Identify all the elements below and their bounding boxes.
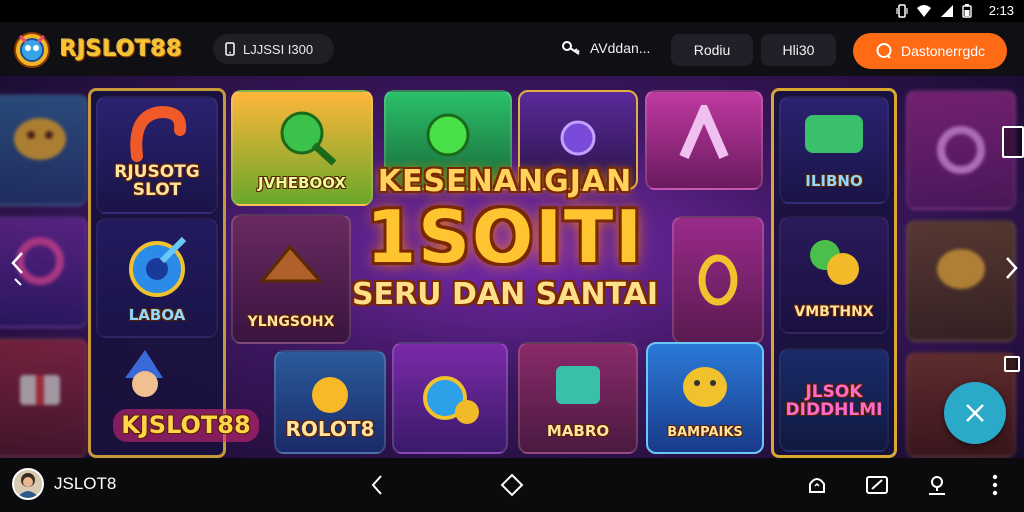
edit-picture-icon: [866, 476, 888, 494]
location-pin-icon: [929, 476, 945, 495]
edit-button[interactable]: [864, 472, 890, 498]
side-tile: [0, 94, 88, 206]
bow-icon: [258, 245, 324, 283]
game-tile-label: LABOA: [128, 306, 186, 325]
headline-top: KESENANGJAN: [377, 164, 633, 199]
game-tile-label: KJSLOT88: [113, 408, 259, 442]
game-tile-label: JVHEBOOX: [258, 174, 346, 193]
game-tile[interactable]: LABOA: [96, 218, 218, 338]
clover-magnifier-icon: [280, 111, 337, 166]
game-tile[interactable]: MABRO: [518, 342, 638, 454]
headline-main: 1SOITI: [366, 195, 644, 279]
target-key-icon: [129, 237, 187, 298]
avatar: [12, 468, 44, 500]
game-tile[interactable]: VMBTHNX: [779, 216, 889, 334]
back-chevron-icon: [371, 475, 382, 495]
game-tile-label: ILIBNO: [805, 172, 863, 191]
carousel-prev-arrow[interactable]: [4, 244, 30, 294]
brand-name: RJSLOT88: [60, 36, 183, 62]
share-button[interactable]: [804, 472, 830, 498]
jackpot-number-icon: [805, 115, 863, 154]
home-diamond-icon: [500, 473, 524, 497]
phone-pill[interactable]: LJJSSI I300: [213, 34, 334, 64]
contact-button[interactable]: Dastonerrgdc: [853, 33, 1007, 69]
kebab-menu-icon: [992, 474, 998, 496]
headline-sub: SERU DAN SANTAI: [351, 277, 659, 312]
game-tile[interactable]: RJUSOTG SLOT: [96, 96, 218, 214]
location-button[interactable]: [924, 472, 950, 498]
status-bar: 2:13: [0, 0, 1024, 22]
game-tile[interactable]: [672, 216, 764, 344]
wizard-mascot-icon: [125, 350, 163, 398]
fullscreen-toggle[interactable]: [1002, 126, 1024, 158]
chevron-left-icon: [11, 252, 23, 286]
overlay-square[interactable]: [1004, 356, 1020, 372]
phone-icon: [225, 42, 235, 56]
game-tile-label: JLSOK DIDDHLMI: [785, 382, 883, 421]
username-label: AVddan...: [590, 40, 651, 56]
register-button[interactable]: Hli30: [761, 34, 836, 66]
game-tile[interactable]: JLSOK DIDDHLMI: [779, 348, 889, 452]
logo-badge-icon: [14, 32, 50, 68]
vibrate-icon: [896, 4, 908, 18]
chat-bubble-icon: [876, 43, 892, 59]
coin-stack-icon: [810, 240, 859, 286]
status-icons: [896, 3, 972, 19]
login-button[interactable]: Rodiu: [671, 34, 753, 66]
game-tile-label: VMBTHNX: [794, 304, 874, 321]
blue-target-icon: [423, 376, 479, 424]
game-tile-label: BAMPAIKS: [667, 425, 743, 441]
game-tile-label: YLNGSOHX: [247, 314, 335, 331]
signal-icon: [941, 5, 953, 17]
account-name: JSLOT8: [54, 474, 117, 493]
banner-headline: KESENANGJAN 1SOITI SERU DAN SANTAI: [335, 164, 675, 312]
chevron-right-icon: [1006, 257, 1018, 279]
close-fab-button[interactable]: [944, 382, 1006, 444]
home-button[interactable]: [499, 472, 525, 498]
close-icon: [966, 404, 984, 422]
back-button[interactable]: [364, 472, 390, 498]
chick-mascot-icon: [683, 367, 727, 408]
sun-coin-icon: [312, 377, 348, 413]
green-coin-icon: [426, 113, 470, 157]
carousel-next-arrow[interactable]: [998, 242, 1024, 292]
ring-icon: [937, 126, 985, 174]
horseshoe-icon: [130, 106, 187, 163]
promo-banner[interactable]: RJUSOTG SLOT LABOA KJSLOT88 JVHEBOOX YLN…: [0, 76, 1024, 458]
brand-logo[interactable]: RJSLOT88: [10, 28, 183, 70]
profile-chip[interactable]: JSLOT8: [12, 468, 116, 500]
game-tile[interactable]: [392, 342, 508, 454]
gift-icon: [20, 375, 60, 406]
game-tile[interactable]: KJSLOT88: [96, 342, 276, 454]
game-tile[interactable]: ROLOT8: [274, 350, 386, 454]
game-tile-label: MABRO: [546, 422, 610, 441]
game-tile[interactable]: ILIBNO: [779, 96, 889, 204]
ribbon-a-icon: [679, 105, 729, 160]
game-tile-label: ROLOT8: [285, 417, 375, 441]
key-icon: [562, 41, 580, 55]
contact-button-label: Dastonerrgdc: [900, 43, 986, 59]
bottom-bar: JSLOT8: [0, 458, 1024, 512]
emoji-face-icon: [14, 118, 66, 161]
emoji-face-icon: [937, 249, 985, 290]
phone-pill-label: LJJSSI I300: [243, 41, 314, 57]
game-tile-label: RJUSOTG SLOT: [114, 162, 200, 201]
wifi-icon: [917, 5, 931, 17]
trumpet-icon: [560, 120, 596, 156]
status-time: 2:13: [988, 3, 1014, 18]
app-header: RJSLOT88 LJJSSI I300 AVddan... Rodiu Hli…: [0, 22, 1024, 76]
more-options-button[interactable]: [982, 472, 1008, 498]
number-67-icon: [556, 366, 600, 405]
game-tile[interactable]: BAMPAIKS: [646, 342, 764, 454]
game-tile[interactable]: YLNGSOHX: [231, 214, 351, 344]
user-menu[interactable]: AVddan...: [562, 40, 650, 56]
bell-icon: [809, 478, 825, 493]
ring-letter-icon: [698, 254, 738, 306]
battery-icon: [962, 4, 972, 18]
side-tile: [0, 338, 88, 458]
person-avatar-icon: [17, 473, 39, 498]
side-tile: [906, 90, 1016, 210]
